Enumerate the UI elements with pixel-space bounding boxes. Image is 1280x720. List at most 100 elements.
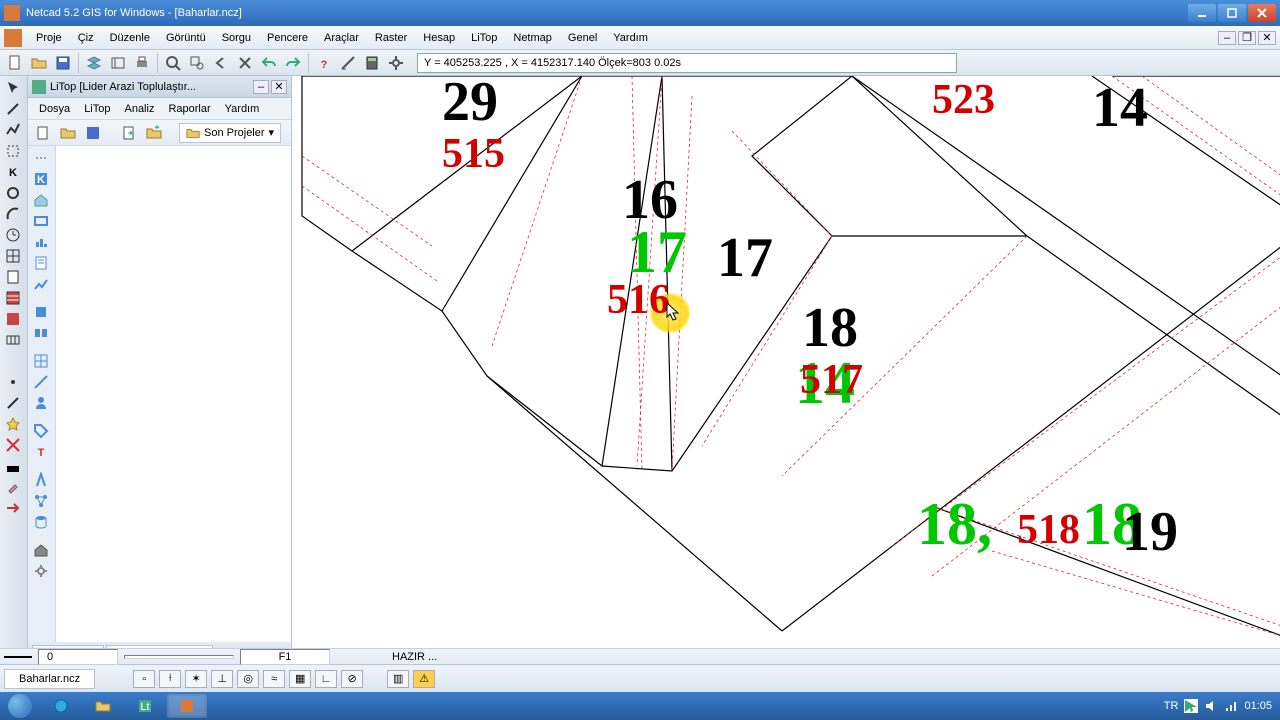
arrow-tool[interactable] xyxy=(2,498,24,518)
arc-tool[interactable] xyxy=(2,204,24,224)
ortho-button[interactable]: ▥ xyxy=(387,670,409,688)
select-tool[interactable] xyxy=(2,141,24,161)
open-file-button[interactable] xyxy=(28,52,50,74)
litop-import-button[interactable] xyxy=(143,122,165,144)
litop-vt-network[interactable] xyxy=(30,491,52,511)
line-tool[interactable] xyxy=(2,99,24,119)
litop-vt-parcel[interactable] xyxy=(30,211,52,231)
window-close-button[interactable] xyxy=(1248,4,1276,22)
tray-lang[interactable]: TR xyxy=(1164,700,1179,712)
litop-export-button[interactable] xyxy=(118,122,140,144)
litop-vt-report[interactable] xyxy=(30,253,52,273)
snap-center-button[interactable]: ◎ xyxy=(237,670,259,688)
snap-axis-button[interactable]: ∟ xyxy=(315,670,337,688)
litop-tree-area[interactable] xyxy=(56,146,291,642)
menu-hesap[interactable]: Hesap xyxy=(415,29,463,47)
calculator-button[interactable] xyxy=(361,52,383,74)
zoom-previous-button[interactable] xyxy=(210,52,232,74)
panel-close-button[interactable]: ✕ xyxy=(271,80,287,94)
snap-int-button[interactable]: ✶ xyxy=(185,670,207,688)
litop-vt-db[interactable] xyxy=(30,512,52,532)
window-maximize-button[interactable] xyxy=(1218,4,1246,22)
snap-endpoint-button[interactable]: ▫ xyxy=(133,670,155,688)
litop-vt-chart2[interactable] xyxy=(30,274,52,294)
menu-netmap[interactable]: Netmap xyxy=(505,29,560,47)
litop-save-button[interactable] xyxy=(82,122,104,144)
taskbar-explorer[interactable] xyxy=(83,694,123,718)
litop-menu-analiz[interactable]: Analiz xyxy=(117,101,161,117)
tray-clock[interactable]: 01:05 xyxy=(1244,700,1272,712)
measure-button[interactable] xyxy=(337,52,359,74)
polyline-tool[interactable] xyxy=(2,120,24,140)
box-tool[interactable]: K xyxy=(2,162,24,182)
references-button[interactable] xyxy=(107,52,129,74)
menu-litop[interactable]: LiTop xyxy=(463,29,505,47)
litop-menu-yardim[interactable]: Yardım xyxy=(218,101,267,117)
litop-menu-litop[interactable]: LiTop xyxy=(77,101,117,117)
snap-grid-button[interactable]: ▦ xyxy=(289,670,311,688)
mdi-close-button[interactable]: ✕ xyxy=(1258,31,1276,45)
taskbar-ie[interactable] xyxy=(41,694,81,718)
zoom-window-button[interactable] xyxy=(186,52,208,74)
document-tab[interactable]: Baharlar.ncz xyxy=(4,669,95,689)
segment-tool[interactable] xyxy=(2,393,24,413)
hatch-tool[interactable] xyxy=(2,288,24,308)
litop-menu-dosya[interactable]: Dosya xyxy=(32,101,77,117)
warn-button[interactable]: ⚠ xyxy=(413,670,435,688)
start-button[interactable] xyxy=(0,692,40,720)
grid-tool[interactable] xyxy=(2,246,24,266)
litop-vt-measure[interactable] xyxy=(30,372,52,392)
point-tool[interactable] xyxy=(2,372,24,392)
undo-button[interactable] xyxy=(258,52,280,74)
menu-duzenle[interactable]: Düzenle xyxy=(102,29,158,47)
redo-button[interactable] xyxy=(282,52,304,74)
table-tool[interactable] xyxy=(2,330,24,350)
circle-tool[interactable] xyxy=(2,183,24,203)
menu-genel[interactable]: Genel xyxy=(560,29,605,47)
star-tool[interactable] xyxy=(2,414,24,434)
tray-flag-icon[interactable] xyxy=(1184,699,1198,713)
print-button[interactable] xyxy=(131,52,153,74)
fill-tool[interactable] xyxy=(2,309,24,329)
menu-goruntu[interactable]: Görüntü xyxy=(158,29,214,47)
tray-network-icon[interactable] xyxy=(1224,699,1238,713)
litop-open-button[interactable] xyxy=(57,122,79,144)
paint-tool[interactable] xyxy=(2,477,24,497)
menu-ciz[interactable]: Çiz xyxy=(70,29,102,47)
menu-pencere[interactable]: Pencere xyxy=(259,29,316,47)
color-tool[interactable] xyxy=(2,456,24,476)
litop-vt-house[interactable] xyxy=(30,190,52,210)
cut-button[interactable] xyxy=(234,52,256,74)
zoom-extents-button[interactable] xyxy=(162,52,184,74)
recent-projects-dropdown[interactable]: Son Projeler ▾ xyxy=(179,123,281,143)
menu-proje[interactable]: Proje xyxy=(28,29,70,47)
drawing-canvas[interactable]: 29 515 16 17 17 516 18 14 517 523 14 18,… xyxy=(292,76,1280,664)
menu-yardim[interactable]: Yardım xyxy=(605,29,656,47)
mdi-restore-button[interactable]: ❐ xyxy=(1238,31,1256,45)
litop-vt-home[interactable] xyxy=(30,540,52,560)
taskbar-netcad[interactable] xyxy=(167,694,207,718)
settings-button[interactable] xyxy=(385,52,407,74)
litop-vt-chart[interactable] xyxy=(30,232,52,252)
snap-off-button[interactable]: ⊘ xyxy=(341,670,363,688)
litop-vt-split[interactable] xyxy=(30,323,52,343)
litop-vt-owner[interactable] xyxy=(30,393,52,413)
snap-near-button[interactable]: ≈ xyxy=(263,670,285,688)
page-tool[interactable] xyxy=(2,267,24,287)
litop-vt-tag[interactable] xyxy=(30,421,52,441)
litop-vt-settings[interactable] xyxy=(30,561,52,581)
litop-vt-block[interactable] xyxy=(30,302,52,322)
litop-vt-grid[interactable] xyxy=(30,351,52,371)
cross-tool[interactable] xyxy=(2,435,24,455)
tray-volume-icon[interactable] xyxy=(1204,699,1218,713)
layers-button[interactable] xyxy=(83,52,105,74)
window-minimize-button[interactable] xyxy=(1188,4,1216,22)
snap-mid-button[interactable]: ⟊ xyxy=(159,670,181,688)
panel-minimize-button[interactable]: ‒ xyxy=(253,80,269,94)
litop-vt-k[interactable]: K xyxy=(30,169,52,189)
menu-sorgu[interactable]: Sorgu xyxy=(214,29,259,47)
menu-raster[interactable]: Raster xyxy=(367,29,415,47)
clock-tool[interactable] xyxy=(2,225,24,245)
litop-vt-road[interactable] xyxy=(30,470,52,490)
menu-araclar[interactable]: Araçlar xyxy=(316,29,367,47)
